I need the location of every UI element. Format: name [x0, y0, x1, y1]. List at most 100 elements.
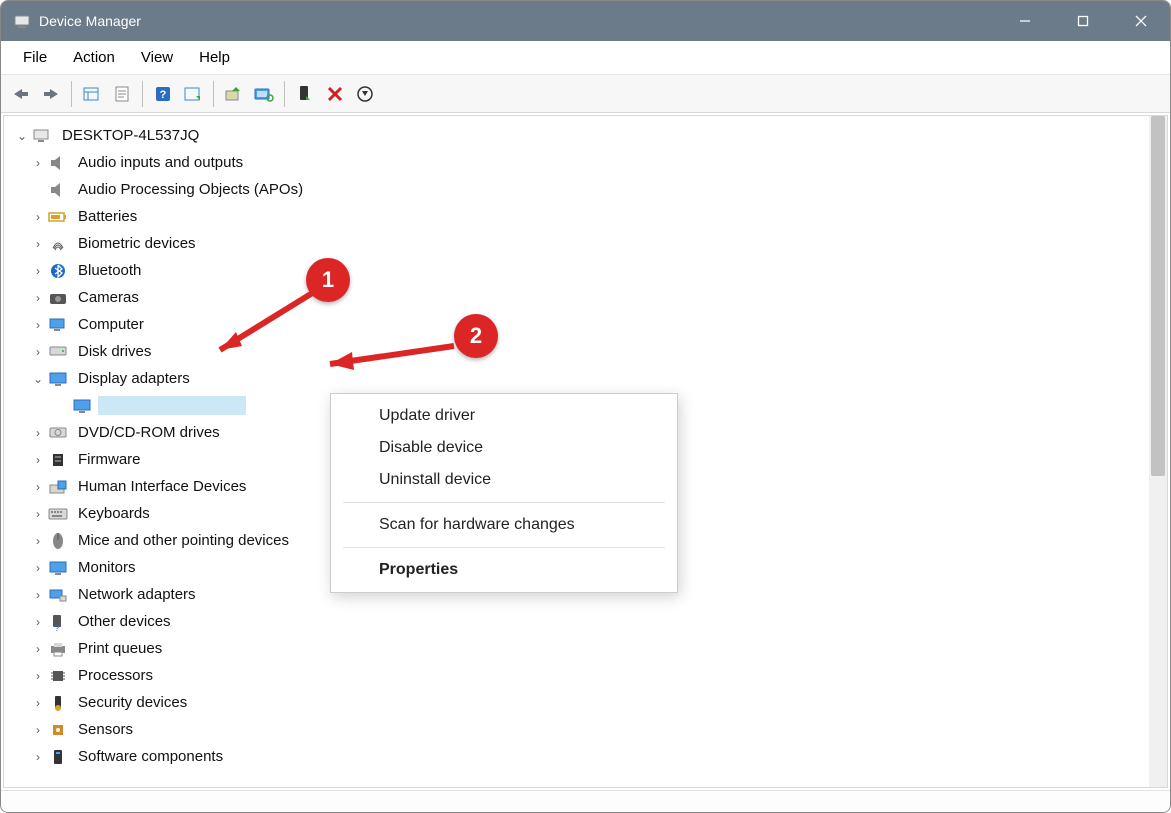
vertical-scrollbar[interactable] — [1149, 116, 1167, 787]
sensor-icon — [48, 720, 68, 740]
menu-help[interactable]: Help — [187, 45, 242, 70]
action-center-icon[interactable] — [179, 80, 207, 108]
tree-category[interactable]: › Bluetooth — [8, 257, 1147, 284]
toolbar-separator — [213, 81, 214, 107]
close-button[interactable] — [1112, 1, 1170, 41]
ctx-uninstall-device[interactable]: Uninstall device — [331, 464, 677, 496]
device-tree[interactable]: ⌄ DESKTOP-4L537JQ › Audio inputs and outp… — [4, 116, 1149, 787]
chevron-right-icon[interactable]: › — [30, 425, 46, 441]
show-hidden-icon[interactable] — [78, 80, 106, 108]
statusbar — [1, 790, 1170, 812]
tree-category[interactable]: ›Software components — [8, 743, 1147, 770]
uninstall-icon[interactable] — [351, 80, 379, 108]
properties-icon[interactable] — [108, 80, 136, 108]
scrollbar-thumb[interactable] — [1151, 116, 1165, 476]
speaker-icon — [48, 153, 68, 173]
tree-category[interactable]: › Sensors — [8, 716, 1147, 743]
chevron-right-icon[interactable]: › — [30, 560, 46, 576]
chevron-right-icon[interactable]: › — [30, 587, 46, 603]
tree-category[interactable]: › Cameras — [8, 284, 1147, 311]
tree-category[interactable]: ›Disk drives — [8, 338, 1147, 365]
category-label: Sensors — [74, 720, 137, 739]
chevron-right-icon[interactable]: › — [30, 506, 46, 522]
update-driver-icon[interactable] — [220, 80, 248, 108]
help-icon[interactable]: ? — [149, 80, 177, 108]
category-label: Human Interface Devices — [74, 477, 250, 496]
chevron-right-icon[interactable]: › — [30, 479, 46, 495]
context-menu: Update driver Disable device Uninstall d… — [330, 393, 678, 593]
chevron-right-icon[interactable]: › — [30, 209, 46, 225]
monitor-icon — [48, 558, 68, 578]
toolbar-separator — [284, 81, 285, 107]
tree-category[interactable]: › Audio inputs and outputs — [8, 149, 1147, 176]
ctx-scan-hardware[interactable]: Scan for hardware changes — [331, 509, 677, 541]
chevron-right-icon[interactable]: › — [30, 263, 46, 279]
chevron-right-icon[interactable]: › — [30, 695, 46, 711]
ctx-update-driver[interactable]: Update driver — [331, 400, 677, 432]
category-label: Security devices — [74, 693, 191, 712]
security-icon — [48, 693, 68, 713]
tree-category[interactable]: ›Processors — [8, 662, 1147, 689]
keyboard-icon — [48, 504, 68, 524]
device-label — [98, 396, 246, 415]
toolbar: ? — [1, 75, 1170, 113]
device-manager-window: Device Manager File Action View Help ? — [0, 0, 1171, 813]
chevron-right-icon[interactable]: › — [30, 749, 46, 765]
category-label: Firmware — [74, 450, 145, 469]
mouse-icon — [48, 531, 68, 551]
tree-category[interactable]: ›Biometric devices — [8, 230, 1147, 257]
chevron-right-icon[interactable]: › — [30, 452, 46, 468]
speaker-icon — [48, 180, 68, 200]
toolbar-separator — [71, 81, 72, 107]
chevron-right-icon[interactable] — [30, 182, 46, 198]
chevron-right-icon[interactable]: › — [30, 317, 46, 333]
chevron-right-icon[interactable]: › — [30, 533, 46, 549]
ctx-properties[interactable]: Properties — [331, 554, 677, 586]
content-area: ⌄ DESKTOP-4L537JQ › Audio inputs and outp… — [3, 115, 1168, 788]
camera-icon — [48, 288, 68, 308]
window-title: Device Manager — [39, 13, 996, 29]
maximize-button[interactable] — [1054, 1, 1112, 41]
tree-root[interactable]: ⌄ DESKTOP-4L537JQ — [8, 122, 1147, 149]
chevron-right-icon[interactable]: › — [30, 236, 46, 252]
chevron-right-icon[interactable]: › — [30, 344, 46, 360]
category-label: Mice and other pointing devices — [74, 531, 293, 550]
category-label: Bluetooth — [74, 261, 145, 280]
tree-category[interactable]: ›Batteries — [8, 203, 1147, 230]
category-label: Audio inputs and outputs — [74, 153, 247, 172]
tree-category[interactable]: Audio Processing Objects (APOs) — [8, 176, 1147, 203]
menu-view[interactable]: View — [129, 45, 185, 70]
tree-category[interactable]: › Computer — [8, 311, 1147, 338]
chevron-right-icon[interactable]: › — [30, 614, 46, 630]
processor-icon — [48, 666, 68, 686]
tree-category[interactable]: ⌄Display adapters — [8, 365, 1147, 392]
back-icon[interactable] — [7, 80, 35, 108]
computer-icon — [48, 315, 68, 335]
bluetooth-icon — [48, 261, 68, 281]
forward-icon[interactable] — [37, 80, 65, 108]
chevron-down-icon[interactable]: ⌄ — [14, 128, 30, 144]
category-label: Monitors — [74, 558, 140, 577]
chevron-right-icon[interactable]: › — [30, 722, 46, 738]
tree-category[interactable]: ›?Other devices — [8, 608, 1147, 635]
tree-category[interactable]: ›Print queues — [8, 635, 1147, 662]
chevron-right-icon[interactable]: › — [30, 641, 46, 657]
biometric-icon — [48, 234, 68, 254]
hid-icon — [48, 477, 68, 497]
category-label: Cameras — [74, 288, 143, 307]
menu-action[interactable]: Action — [61, 45, 127, 70]
minimize-button[interactable] — [996, 1, 1054, 41]
scan-hardware-icon[interactable] — [250, 80, 278, 108]
tree-category[interactable]: › Security devices — [8, 689, 1147, 716]
display-icon — [48, 369, 68, 389]
chevron-right-icon[interactable]: › — [30, 155, 46, 171]
category-label: Computer — [74, 315, 148, 334]
disable-device-icon[interactable] — [321, 80, 349, 108]
chevron-down-icon[interactable]: ⌄ — [30, 371, 46, 387]
chevron-right-icon[interactable]: › — [30, 290, 46, 306]
ctx-disable-device[interactable]: Disable device — [331, 432, 677, 464]
enable-device-icon[interactable] — [291, 80, 319, 108]
menu-file[interactable]: File — [11, 45, 59, 70]
chevron-right-icon[interactable]: › — [30, 668, 46, 684]
ctx-separator — [343, 502, 665, 503]
